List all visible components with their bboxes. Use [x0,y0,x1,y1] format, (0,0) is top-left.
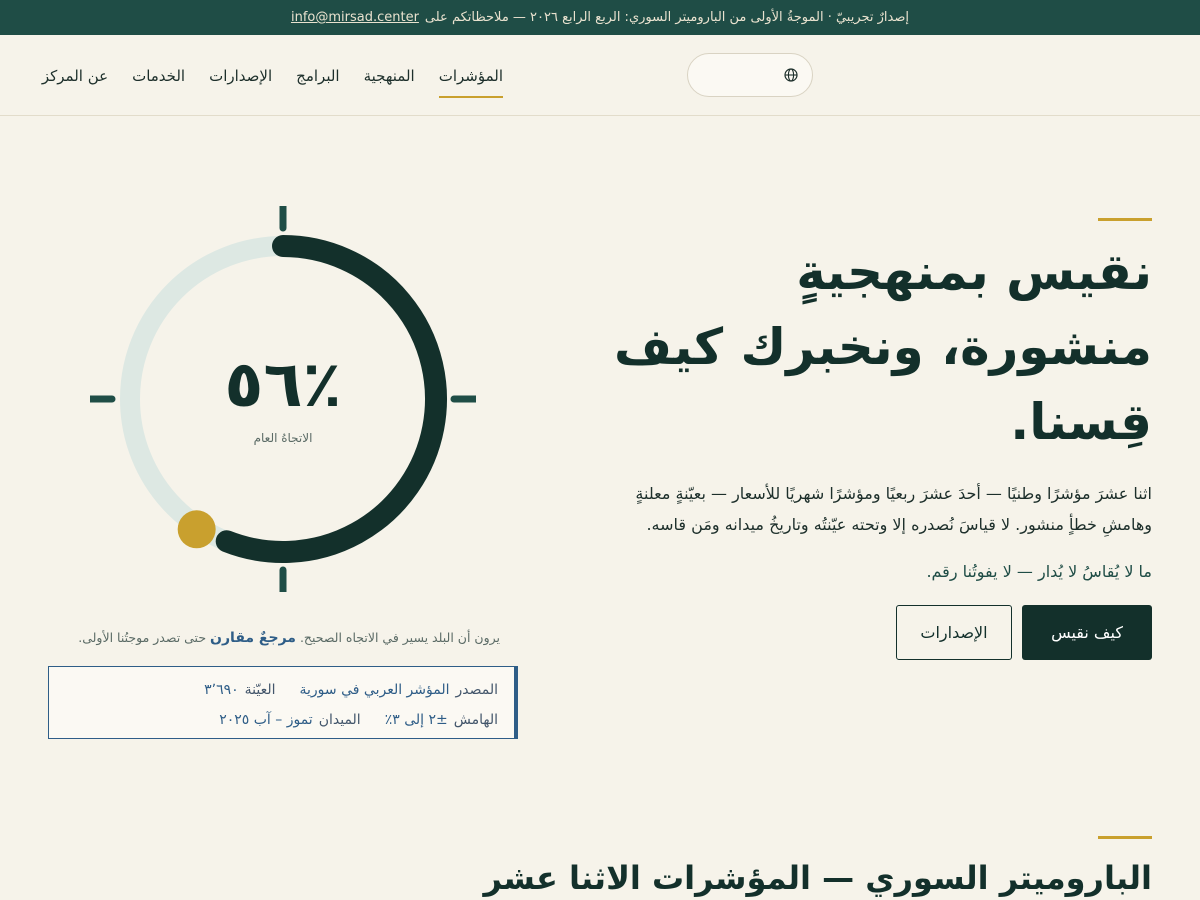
source-row: المصدر المؤشر العربي في سورية العيّنة ٣٬… [49,675,498,705]
gauge-readout: ٥٦٪ الاتجاهُ العام [90,206,476,592]
gauge-label: الاتجاهُ العام [253,431,313,445]
nav-item-about[interactable]: عن المركز [42,35,108,116]
hero-tagline: ما لا يُقاسُ لا يُدار — لا يفوتُنا رقم. [926,562,1152,582]
hero-title-line: نقيس بمنهجيةٍ [796,243,1152,301]
nav-item-services[interactable]: الخدمات [132,35,185,116]
margin-value: ±٢ إلى ٣٪ [384,712,448,728]
caption-text: يرون أن البلد يسير في الاتجاه الصحيح. [299,630,500,645]
nav-item-programs[interactable]: البرامج [296,35,339,116]
gold-divider [1098,218,1152,221]
hero-title-line: قِسنا. [1010,393,1152,451]
section-title: الباروميتر السوري — المؤشرات الاثنا عشر [483,859,1153,897]
site-header: المؤشرات المنهجية البرامج الإصدارات الخد… [0,35,1200,116]
how-we-measure-button[interactable]: كيف نقيس [1022,605,1152,661]
announcement-text: إصدارٌ تجريبيّ · الموجةُ الأولى من البار… [424,10,910,25]
feedback-email-link[interactable]: info@mirsad.center [291,10,419,25]
hero-description-line: اثنا عشرَ مؤشرًا وطنيًا — أحدَ عشرَ ربعي… [635,484,1152,503]
source-label: المصدر [455,682,499,698]
hero-description: اثنا عشرَ مؤشرًا وطنيًا — أحدَ عشرَ ربعي… [572,478,1152,540]
gold-divider [1098,836,1152,839]
source-value: المؤشر العربي في سورية [299,682,450,698]
gauge-value: ٥٦٪ [224,348,342,422]
announcement-bar: إصدارٌ تجريبيّ · الموجةُ الأولى من البار… [0,0,1200,35]
field-label: الميدان [318,712,361,728]
nav-item-indicators[interactable]: المؤشرات [438,35,504,116]
hero-section: نقيس بمنهجيةٍ منشورة، ونخبرك كيف قِسنا. … [572,218,1152,661]
field-value: تموز – آب ٢٠٢٥ [219,712,313,728]
margin-label: الهامش [453,712,498,728]
margin-row: الهامش ±٢ إلى ٣٪ الميدان تموز – آب ٢٠٢٥ [49,705,498,735]
nav-item-publications[interactable]: الإصدارات [209,35,272,116]
hero-actions: كيف نقيس الإصدارات [572,605,1152,661]
sample-label: العيّنة [244,682,276,698]
gauge-caption: يرون أن البلد يسير في الاتجاه الصحيح. مر… [40,630,500,646]
nav-item-methodology[interactable]: المنهجية [364,35,415,116]
hero-description-line: وهامشِ خطأٍ منشور. لا قياسَ نُصدره إلا و… [646,515,1152,535]
source-box: المصدر المؤشر العربي في سورية العيّنة ٣٬… [48,666,518,739]
hero-title: نقيس بمنهجيةٍ منشورة، ونخبرك كيف قِسنا. [572,235,1152,460]
publications-button[interactable]: الإصدارات [896,605,1012,661]
hero-title-line: منشورة، ونخبرك كيف [614,318,1152,376]
main-nav: المؤشرات المنهجية البرامج الإصدارات الخد… [42,35,504,116]
globe-icon [784,68,798,82]
caption-highlight: مرجعٌ مقارن [210,630,296,646]
caption-text-end: حتى تصدر موجتُنا الأولى. [78,630,207,645]
sample-value: ٣٬٦٩٠ [204,682,239,698]
indicators-section: الباروميتر السوري — المؤشرات الاثنا عشر [452,836,1152,897]
language-switcher[interactable] [687,53,813,97]
